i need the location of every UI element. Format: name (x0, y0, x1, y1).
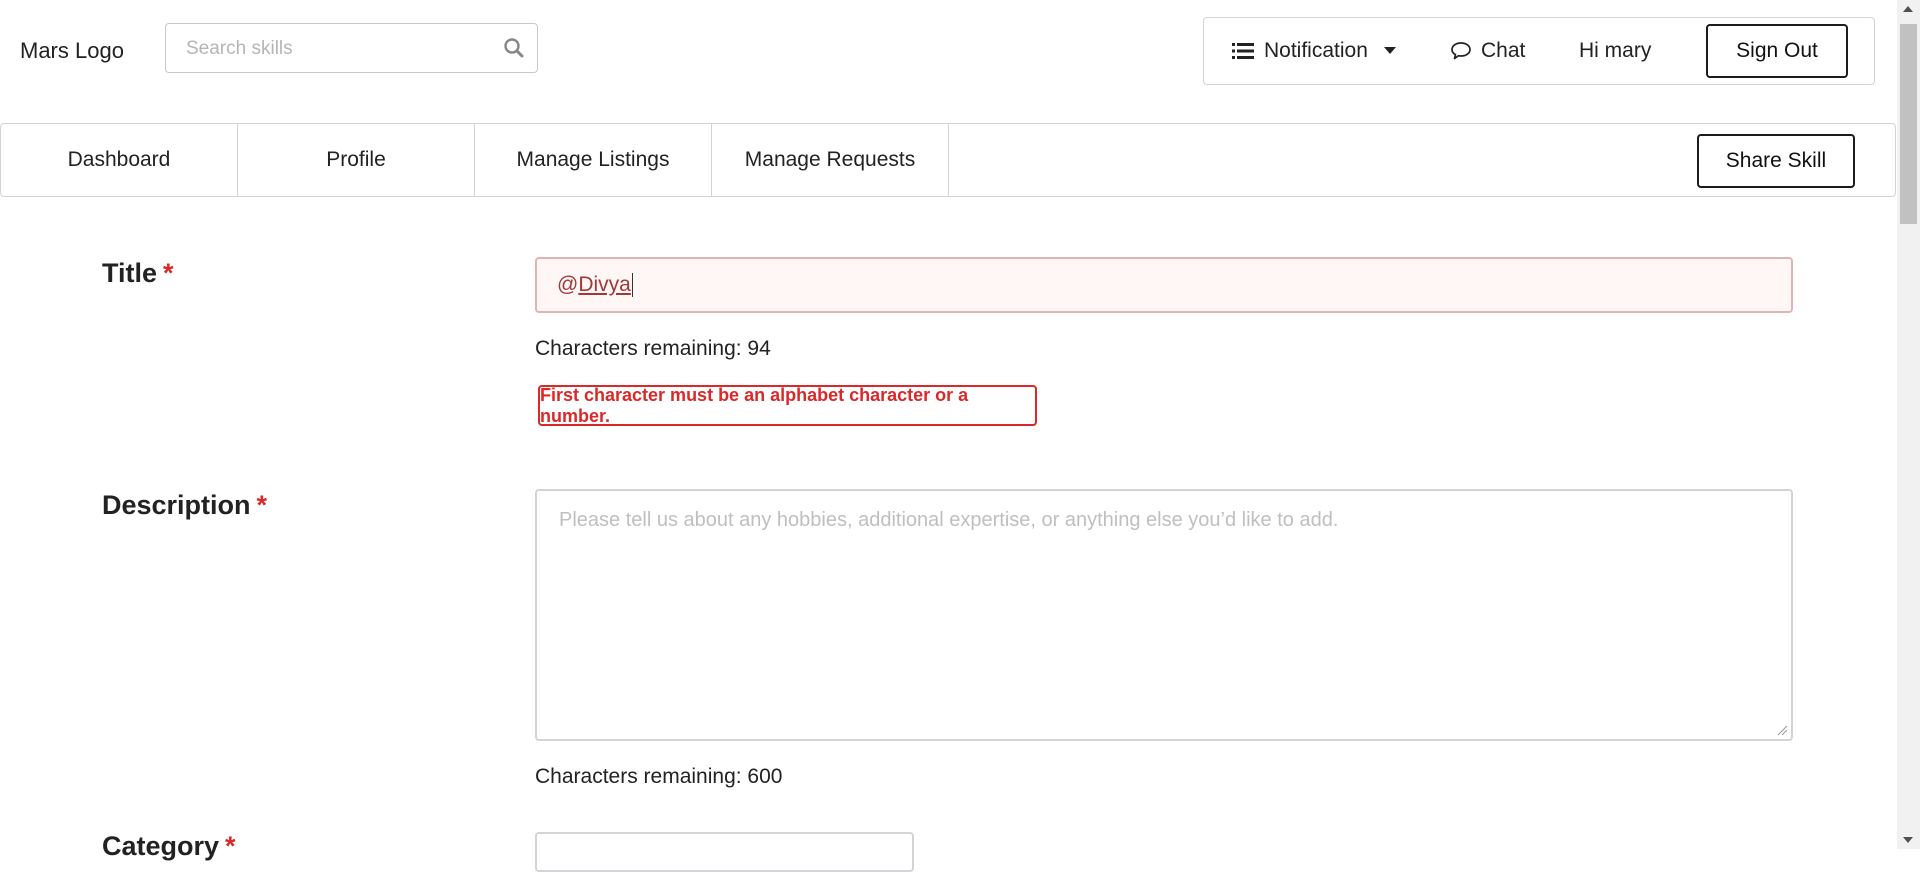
category-label-text: Category (102, 831, 220, 861)
search-input[interactable] (184, 24, 488, 74)
description-textarea[interactable]: Please tell us about any hobbies, additi… (535, 489, 1793, 741)
category-dropdown[interactable] (535, 832, 914, 872)
title-label: Title * (102, 258, 174, 289)
chat-icon (1451, 42, 1471, 60)
scroll-up-icon[interactable] (1903, 6, 1913, 12)
nav-dashboard[interactable]: Dashboard (1, 124, 238, 196)
nav-manage-listings[interactable]: Manage Listings (475, 124, 712, 196)
nav-manage-requests[interactable]: Manage Requests (712, 124, 949, 196)
description-label-text: Description (102, 490, 251, 520)
caret-down-icon (1383, 47, 1396, 54)
text-cursor (631, 273, 633, 297)
title-input[interactable]: @ Divya (535, 257, 1793, 313)
list-icon (1232, 43, 1254, 59)
search-box (165, 23, 538, 74)
category-label: Category * (102, 831, 236, 862)
nav-profile[interactable]: Profile (238, 124, 475, 196)
description-placeholder: Please tell us about any hobbies, additi… (559, 509, 1339, 531)
required-mark: * (163, 258, 174, 288)
main-nav: Dashboard Profile Manage Listings Manage… (0, 123, 1896, 197)
search-icon[interactable] (503, 37, 525, 59)
title-label-text: Title (102, 258, 158, 288)
sign-out-button[interactable]: Sign Out (1706, 24, 1848, 78)
scrollbar-thumb[interactable] (1900, 24, 1917, 224)
notification-label: Notification (1264, 39, 1368, 62)
top-menu: Notification Chat Hi mary Sign Out (1203, 17, 1875, 85)
user-greeting[interactable]: Hi mary (1579, 18, 1651, 84)
notification-dropdown[interactable]: Notification (1232, 18, 1396, 84)
description-label: Description * (102, 490, 267, 521)
description-chars-remaining: Characters remaining: 600 (535, 765, 783, 788)
scroll-down-icon[interactable] (1903, 837, 1913, 843)
title-input-word: Divya (578, 273, 631, 296)
title-chars-remaining: Characters remaining: 94 (535, 337, 771, 360)
page-scrollbar[interactable] (1897, 0, 1920, 849)
required-mark: * (256, 490, 268, 520)
title-error-message: First character must be an alphabet char… (538, 385, 1037, 426)
chat-label: Chat (1481, 39, 1526, 62)
resize-handle-icon[interactable] (1776, 724, 1788, 736)
title-input-prefix: @ (557, 273, 579, 296)
share-skill-button[interactable]: Share Skill (1697, 134, 1855, 188)
required-mark: * (225, 831, 236, 861)
chat-link[interactable]: Chat (1450, 18, 1525, 84)
mars-logo[interactable]: Mars Logo (20, 38, 124, 64)
